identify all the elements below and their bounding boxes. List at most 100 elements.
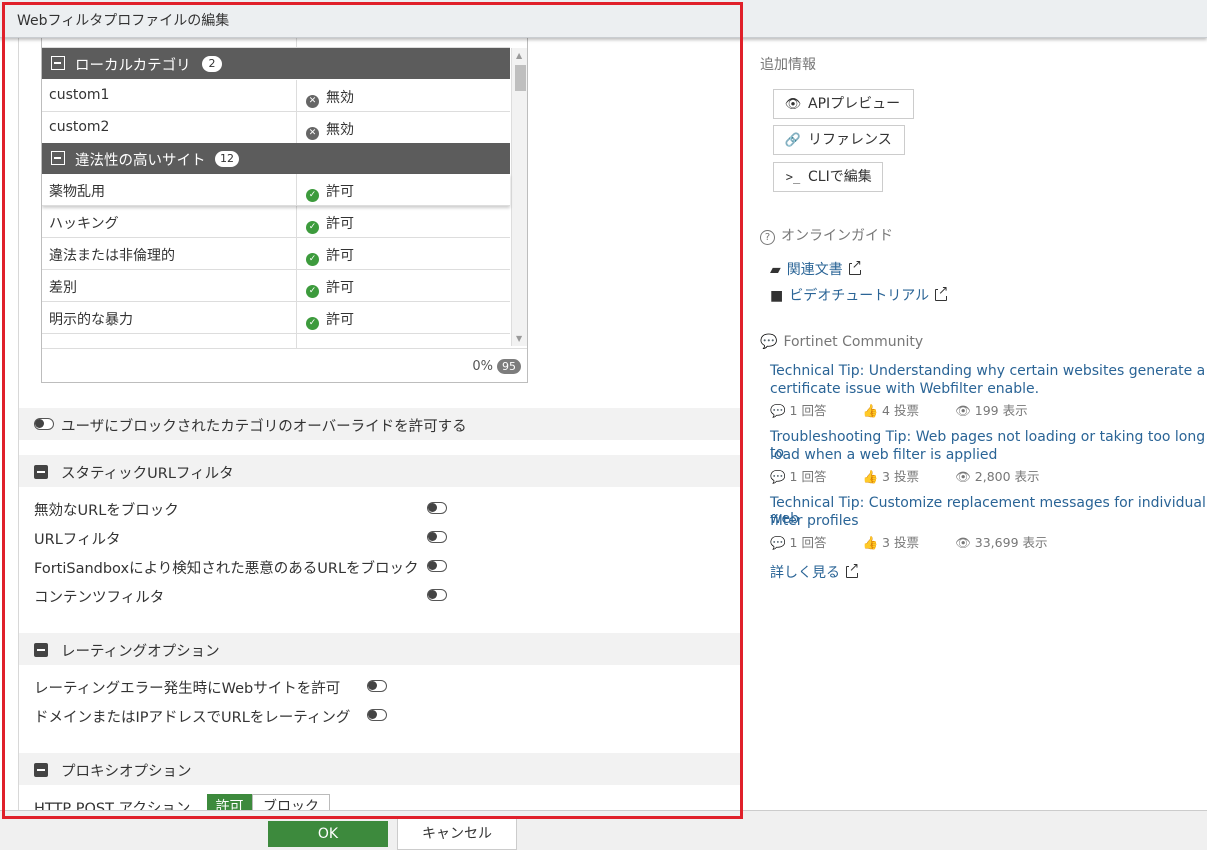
column-divider [296, 270, 297, 302]
dialog-title: Webフィルタプロファイルの編集 [17, 13, 230, 29]
article-title[interactable]: filter profiles [770, 513, 859, 529]
votes-count: 4 投票 [882, 403, 919, 418]
external-link-icon [935, 284, 949, 301]
terminal-icon: >_ [785, 170, 801, 184]
votes-count: 3 投票 [882, 469, 919, 484]
book-icon: ▰ [770, 262, 781, 278]
link-icon: 🔗 [784, 133, 802, 148]
article-meta: 💬 1 回答 👍 3 投票 👁 33,699 表示 [770, 532, 1080, 551]
table-row[interactable]: 明示的な暴力 ✓ 許可 [42, 302, 510, 334]
action-label: 無効 [326, 90, 354, 106]
action-label: 許可 [326, 216, 354, 232]
rating-error-toggle[interactable] [367, 680, 387, 692]
category-name: ハッキング [49, 216, 119, 232]
section-rating[interactable]: レーティングオプション [19, 633, 740, 665]
collapse-icon[interactable] [34, 643, 48, 657]
category-name: custom2 [49, 119, 110, 135]
content-filter-label: コンテンツフィルタ [34, 590, 165, 606]
category-action: ✕ 無効 [306, 87, 354, 108]
url-filter-label: URLフィルタ [34, 532, 121, 548]
cli-edit-button[interactable]: >_ CLIで編集 [773, 162, 883, 192]
article-answers: 💬 1 回答 [770, 403, 827, 418]
community-label: Fortinet Community [783, 334, 924, 350]
rating-error-label: レーティングエラー発生時にWebサイトを許可 [34, 681, 341, 697]
reference-button[interactable]: 🔗 リファレンス [773, 125, 905, 155]
http-post-block-button[interactable]: ブロック [252, 794, 330, 810]
rate-by-ip-label: ドメインまたはIPアドレスでURLをレーティング [34, 710, 351, 726]
table-scrollbar[interactable]: ▲ ▼ [511, 48, 527, 346]
profile-form: ローカルカテゴリ 2 custom1 ✕ 無効 custom2 ✕ 無効 違法性の高… [6, 38, 740, 810]
collapse-icon[interactable] [51, 151, 65, 165]
check-icon: ✓ [306, 253, 319, 266]
category-name: 差別 [49, 280, 77, 296]
override-toggle[interactable] [34, 418, 54, 430]
related-docs-link[interactable]: ▰ 関連文書 [770, 258, 862, 279]
views-count: 199 表示 [974, 403, 1028, 418]
online-guide-heading: ? オンラインガイド [760, 225, 893, 245]
group-label: 違法性の高いサイト [75, 153, 206, 169]
api-preview-button[interactable]: 👁 APIプレビュー [773, 89, 914, 119]
category-name: 薬物乱用 [49, 184, 105, 200]
group-count-badge: 2 [202, 56, 222, 72]
collapse-icon[interactable] [51, 56, 65, 70]
table-row[interactable]: custom2 ✕ 無効 [42, 112, 510, 144]
online-guide-label: オンラインガイド [781, 228, 893, 244]
answers-count: 1 回答 [789, 403, 827, 418]
views-count: 2,800 表示 [974, 469, 1040, 484]
scroll-down-icon[interactable]: ▼ [516, 334, 522, 343]
answers-count: 1 回答 [789, 535, 827, 550]
see-more-link[interactable]: 詳しく見る [770, 561, 860, 582]
scroll-up-icon[interactable]: ▲ [516, 51, 522, 60]
category-action: ✓ 許可 [306, 309, 354, 330]
article-title[interactable]: certificate issue with Webfilter enable. [770, 381, 1039, 397]
content-filter-toggle[interactable] [427, 589, 447, 601]
article-title[interactable]: load when a web filter is applied [770, 447, 997, 463]
check-icon: ✓ [306, 285, 319, 298]
column-divider [296, 238, 297, 270]
section-title: レーティングオプション [61, 644, 220, 660]
category-action: ✓ 許可 [306, 277, 354, 298]
rate-by-ip-toggle[interactable] [367, 709, 387, 721]
cli-edit-label: CLIで編集 [808, 169, 872, 185]
article-answers: 💬 1 回答 [770, 469, 827, 484]
dialog: Webフィルタプロファイルの編集 ローカルカテゴリ 2 custom1 ✕ 無効 … [0, 0, 1207, 850]
check-icon: ✓ [306, 221, 319, 234]
category-name: 違法または非倫理的 [49, 248, 175, 264]
action-label: 許可 [326, 248, 354, 264]
ok-button[interactable]: OK [268, 821, 388, 847]
group-header-local[interactable]: ローカルカテゴリ 2 [42, 48, 510, 79]
category-name: custom1 [49, 87, 110, 103]
article-answers: 💬 1 回答 [770, 535, 827, 550]
collapse-icon[interactable] [34, 763, 48, 777]
http-post-allow-button[interactable]: 許可 [207, 794, 252, 810]
url-filter-toggle[interactable] [427, 531, 447, 543]
category-action: ✓ 許可 [306, 213, 354, 234]
section-title: スタティックURLフィルタ [61, 466, 234, 482]
video-tutorial-link[interactable]: ■ ビデオチュートリアル [770, 284, 949, 305]
scrollbar-thumb[interactable] [515, 65, 526, 91]
sandbox-url-toggle[interactable] [427, 560, 447, 572]
table-row[interactable]: 差別 ✓ 許可 [42, 270, 510, 302]
collapse-icon[interactable] [34, 465, 48, 479]
column-divider [296, 302, 297, 334]
table-row[interactable]: 違法または非倫理的 ✓ 許可 [42, 238, 510, 270]
invalid-url-toggle[interactable] [427, 502, 447, 514]
table-row[interactable]: 薬物乱用 ✓ 許可 [42, 174, 510, 206]
table-row[interactable]: ハッキング ✓ 許可 [42, 206, 510, 238]
section-title: プロキシオプション [61, 764, 192, 780]
section-static-url[interactable]: スタティックURLフィルタ [19, 455, 740, 487]
article-votes: 👍 3 投票 [862, 535, 919, 550]
category-action: ✕ 無効 [306, 119, 354, 140]
article-title[interactable]: Technical Tip: Understanding why certain… [770, 363, 1205, 379]
section-proxy[interactable]: プロキシオプション [19, 753, 740, 785]
group-header-illegal[interactable]: 違法性の高いサイト 12 [42, 143, 510, 174]
external-link-icon [848, 258, 862, 275]
video-camera-icon: ■ [770, 288, 784, 304]
override-row: ユーザにブロックされたカテゴリのオーバーライドを許可する [19, 408, 740, 440]
article-meta: 💬 1 回答 👍 4 投票 👁 199 表示 [770, 400, 1060, 419]
category-table: ローカルカテゴリ 2 custom1 ✕ 無効 custom2 ✕ 無効 違法性の高… [41, 38, 528, 383]
sandbox-url-label: FortiSandboxにより検知された悪意のあるURLをブロック [34, 561, 419, 577]
table-row[interactable]: custom1 ✕ 無効 [42, 80, 510, 112]
cancel-button[interactable]: キャンセル [397, 816, 517, 850]
invalid-url-label: 無効なURLをブロック [34, 503, 179, 519]
